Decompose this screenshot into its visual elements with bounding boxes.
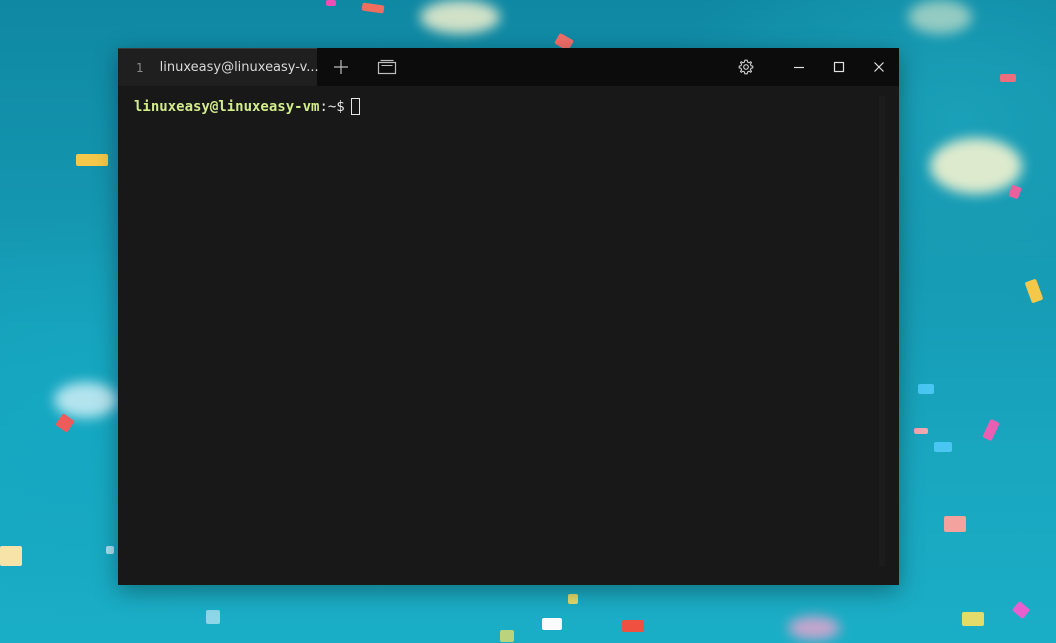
gear-icon [738,59,754,75]
terminal-area[interactable]: linuxeasy@linuxeasy-vm:~$ [118,86,899,585]
wallpaper-confetti [1008,184,1022,200]
tab-switcher-button[interactable] [367,48,407,86]
wallpaper-confetti [1024,278,1044,304]
wallpaper-confetti [962,612,984,626]
new-tab-button[interactable] [321,48,361,86]
terminal-scrollbar[interactable] [879,96,885,566]
maximize-button[interactable] [819,48,859,86]
prompt-user-host: linuxeasy@linuxeasy-vm [134,99,320,115]
wallpaper-confetti [918,384,934,394]
wallpaper-confetti [542,618,562,630]
wallpaper-confetti [106,546,114,554]
terminal-window: 1 linuxeasy@linuxeasy-v... linuxeasy@lin… [118,48,899,585]
wallpaper-confetti [500,630,514,642]
wallpaper-bokeh [930,138,1022,194]
tab-number: 1 [136,60,144,75]
wallpaper-bokeh [420,0,500,34]
minimize-button[interactable] [779,48,819,86]
minimize-icon [794,66,804,69]
wallpaper-confetti [982,418,1000,442]
wallpaper-confetti [326,0,336,6]
tab-title: linuxeasy@linuxeasy-v... [159,60,319,75]
prompt-path: :~$ [319,99,345,115]
wallpaper-confetti [0,546,22,566]
wallpaper-confetti [934,442,952,452]
wallpaper-confetti [622,620,644,632]
close-button[interactable] [859,48,899,86]
wallpaper-confetti [361,2,385,14]
wallpaper-confetti [568,594,578,604]
tab-switcher-icon [377,59,397,75]
wallpaper-confetti [944,516,966,532]
terminal-tab[interactable]: 1 linuxeasy@linuxeasy-v... [118,48,319,86]
maximize-icon [833,61,845,73]
wallpaper-confetti [76,154,108,166]
wallpaper-bokeh [908,0,972,34]
wallpaper-bokeh [54,382,118,418]
wallpaper-confetti [206,610,220,624]
title-bar[interactable]: 1 linuxeasy@linuxeasy-v... [118,48,899,86]
prompt-line: linuxeasy@linuxeasy-vm:~$ [134,98,899,115]
plus-icon [334,60,348,74]
wallpaper-confetti [914,428,928,434]
wallpaper-confetti [1000,74,1016,82]
settings-button[interactable] [726,48,766,86]
wallpaper-bokeh [788,616,840,640]
close-icon [874,62,884,72]
wallpaper-confetti [1011,600,1031,620]
text-cursor [350,98,360,115]
